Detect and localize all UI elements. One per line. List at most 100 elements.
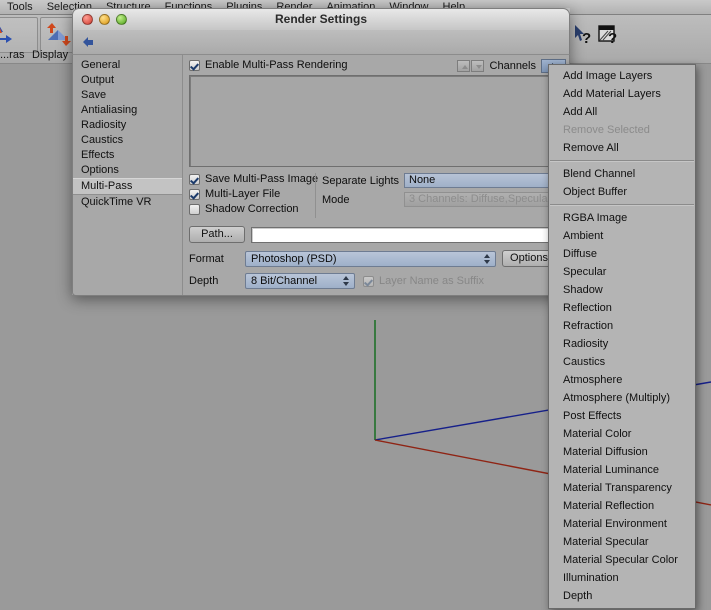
menu-material-color[interactable]: Material Color	[549, 425, 695, 443]
menu-add-material-layers[interactable]: Add Material Layers	[549, 85, 695, 103]
menu-remove-selected: Remove Selected	[563, 124, 650, 136]
multipass-form: Save Multi-Pass Image Multi-Layer File S…	[189, 173, 559, 289]
depth-label: Depth	[189, 275, 219, 287]
menu-illumination[interactable]: Illumination	[549, 569, 695, 587]
window-toolbar[interactable]	[72, 30, 570, 55]
multipass-pane: Enable Multi-Pass Rendering Channels Sav…	[183, 55, 569, 295]
save-options-column: Save Multi-Pass Image Multi-Layer File S…	[189, 173, 319, 218]
path-field[interactable]	[251, 226, 559, 243]
window-body: General Output Save Antialiasing Radiosi…	[72, 55, 570, 296]
render-settings-window[interactable]: Render Settings General Output Save Anti…	[72, 8, 570, 296]
menu-shadow[interactable]: Shadow	[549, 281, 695, 299]
channels-dropdown-menu[interactable]: Add Image Layers Add Material Layers Add…	[548, 64, 696, 609]
multilayer-file-checkbox[interactable]	[189, 188, 200, 200]
menu-material-transparency[interactable]: Material Transparency	[549, 479, 695, 497]
menu-ambient[interactable]: Ambient	[549, 227, 695, 245]
toolbar-label-display: Display	[32, 49, 69, 61]
sidebar-item-general[interactable]: General	[73, 58, 182, 73]
sidebar-item-multi-pass[interactable]: Multi-Pass	[73, 178, 182, 195]
document-help-icon[interactable]: ?	[598, 23, 624, 49]
sidebar-item-options[interactable]: Options	[73, 163, 182, 178]
menu-material-reflection[interactable]: Material Reflection	[549, 497, 695, 515]
menu-depth[interactable]: Depth	[549, 587, 695, 605]
menu-separator	[550, 160, 694, 162]
shadow-correction-label: Shadow Correction	[205, 203, 299, 215]
shadow-correction-checkbox[interactable]	[189, 203, 200, 215]
menu-separator	[550, 204, 694, 206]
shadow-correction-row[interactable]: Shadow Correction	[189, 203, 315, 215]
sidebar-item-caustics[interactable]: Caustics	[73, 133, 182, 148]
save-multipass-row[interactable]: Save Multi-Pass Image	[189, 173, 319, 185]
menu-remove-all[interactable]: Remove All	[549, 139, 695, 157]
menu-item-tools[interactable]: Tools	[0, 0, 40, 14]
move-axis-icon[interactable]	[0, 20, 14, 50]
separate-lights-field[interactable]: None	[404, 173, 559, 188]
channel-down-button[interactable]	[470, 60, 484, 72]
mirror-icon[interactable]	[42, 20, 72, 50]
svg-text:?: ?	[582, 30, 591, 47]
save-multipass-checkbox[interactable]	[189, 173, 200, 185]
chevron-updown-icon	[342, 276, 351, 287]
menu-reflection[interactable]: Reflection	[549, 299, 695, 317]
format-value: Photoshop (PSD)	[251, 252, 337, 265]
settings-sidebar[interactable]: General Output Save Antialiasing Radiosi…	[73, 55, 183, 295]
toolbar-group-cameras	[0, 17, 38, 53]
layer-name-suffix-checkbox	[363, 275, 374, 287]
path-row: Path...	[189, 226, 559, 243]
separate-lights-label: Separate Lights	[322, 174, 400, 187]
window-title: Render Settings	[274, 12, 367, 26]
sidebar-item-effects[interactable]: Effects	[73, 148, 182, 163]
sidebar-item-antialiasing[interactable]: Antialiasing	[73, 103, 182, 118]
menu-material-luminance[interactable]: Material Luminance	[549, 461, 695, 479]
depth-value: 8 Bit/Channel	[251, 275, 318, 287]
svg-text:?: ?	[608, 30, 617, 47]
toolbar-group-mirror	[40, 17, 75, 53]
menu-specular[interactable]: Specular	[549, 263, 695, 281]
menu-add-image-layers[interactable]: Add Image Layers	[549, 67, 695, 85]
menu-diffuse[interactable]: Diffuse	[549, 245, 695, 263]
format-row: Format Photoshop (PSD) Options	[189, 250, 559, 267]
format-label: Format	[189, 252, 224, 265]
menu-post-effects[interactable]: Post Effects	[549, 407, 695, 425]
mode-row: Mode 3 Channels: Diffuse,Specular	[322, 192, 559, 207]
menu-refraction[interactable]: Refraction	[549, 317, 695, 335]
menu-material-specular[interactable]: Material Specular	[549, 533, 695, 551]
lights-column: Separate Lights None Mode 3 Channels: Di…	[315, 173, 559, 218]
multilayer-file-label: Multi-Layer File	[205, 188, 281, 200]
menu-rgba-image[interactable]: RGBA Image	[549, 209, 695, 227]
channels-label: Channels	[489, 60, 536, 72]
menu-atmosphere[interactable]: Atmosphere	[549, 371, 695, 389]
separate-lights-row: Separate Lights None	[322, 173, 559, 188]
menu-radiosity[interactable]: Radiosity	[549, 335, 695, 353]
menu-atmosphere-multiply[interactable]: Atmosphere (Multiply)	[549, 389, 695, 407]
mode-label: Mode	[322, 193, 350, 206]
menu-material-environment[interactable]: Material Environment	[549, 515, 695, 533]
multilayer-file-row[interactable]: Multi-Layer File	[189, 188, 315, 200]
menu-material-specular-color[interactable]: Material Specular Color	[549, 551, 695, 569]
path-button[interactable]: Path...	[189, 226, 245, 243]
window-titlebar[interactable]: Render Settings	[72, 8, 570, 30]
menu-caustics[interactable]: Caustics	[549, 353, 695, 371]
sidebar-item-save[interactable]: Save	[73, 88, 182, 103]
toolbar-label-cameras: ...ras	[0, 49, 25, 61]
enable-multipass-checkbox[interactable]	[189, 59, 200, 71]
menu-material-diffusion[interactable]: Material Diffusion	[549, 443, 695, 461]
back-arrow-icon[interactable]	[81, 35, 95, 49]
enable-multipass-label: Enable Multi-Pass Rendering	[205, 59, 348, 71]
channel-up-button[interactable]	[456, 60, 470, 72]
menu-blend-channel[interactable]: Blend Channel	[549, 165, 695, 183]
format-select[interactable]: Photoshop (PSD)	[245, 250, 496, 267]
sidebar-item-output[interactable]: Output	[73, 73, 182, 88]
sidebar-item-radiosity[interactable]: Radiosity	[73, 118, 182, 133]
chevron-updown-icon	[483, 253, 492, 265]
menu-add-all[interactable]: Add All	[549, 103, 695, 121]
sidebar-item-quicktime-vr[interactable]: QuickTime VR	[73, 195, 182, 210]
depth-row: Depth 8 Bit/Channel Layer Name as Suffix	[189, 273, 559, 289]
layer-name-suffix-label: Layer Name as Suffix	[379, 275, 484, 287]
depth-select[interactable]: 8 Bit/Channel	[245, 273, 355, 289]
menu-object-buffer[interactable]: Object Buffer	[549, 183, 695, 201]
save-multipass-label: Save Multi-Pass Image	[205, 173, 319, 185]
cursor-help-icon[interactable]: ?	[572, 23, 598, 49]
mode-field: 3 Channels: Diffuse,Specular	[404, 192, 559, 207]
channels-listbox[interactable]	[189, 75, 553, 167]
